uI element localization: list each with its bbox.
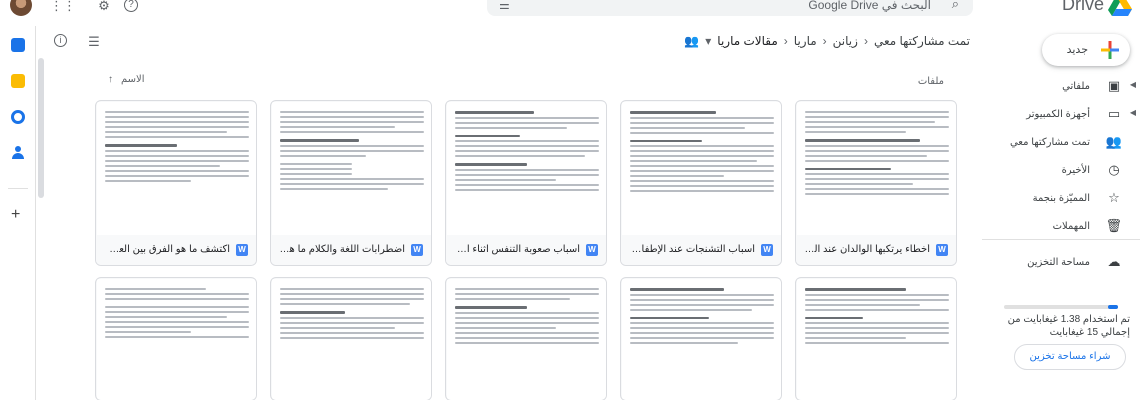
document-thumbnail [97, 102, 256, 236]
file-card[interactable]: W اضطرابات اللغة والكلام ما هو العلاج ال… [270, 100, 432, 266]
scrollbar[interactable] [38, 58, 44, 198]
sidebar-item-recent[interactable]: ◷ الأخيرة [982, 158, 1140, 184]
new-button-label: جديد [1066, 44, 1088, 56]
storage-usage-text: تم استخدام 1.38 غيغابايت من إجمالي 15 غي… [1007, 314, 1130, 338]
breadcrumb-item[interactable]: تمت مشاركتها معي [874, 34, 970, 48]
chevron-down-icon[interactable]: ▾ [705, 34, 711, 48]
tasks-icon[interactable] [11, 110, 25, 124]
keep-icon[interactable] [11, 74, 25, 88]
storage-progress-bar [1004, 305, 1118, 309]
google-docs-icon: W [236, 244, 248, 256]
storage-progress-fill [1107, 305, 1118, 309]
breadcrumb: تمت مشاركتها معي ‹ زيانن ‹ ماريا ‹ مقالا… [684, 34, 970, 48]
apps-rail: + [0, 26, 36, 400]
file-title: اضطرابات اللغة والكلام ما هو العلاج الأ.… [279, 244, 405, 255]
caret-icon[interactable]: ◀ [1130, 108, 1136, 117]
sidebar-item-computers[interactable]: ◀ ▭ أجهزة الكمبيوتر [982, 102, 1140, 128]
apps-icon[interactable]: ⋮⋮ [50, 0, 76, 14]
sidebar: جديد ◀ ▣ ملفاتي ◀ ▭ أجهزة الكمبيوتر 👥 تم… [982, 26, 1140, 400]
sidebar-item-label: الأخيرة [1061, 165, 1090, 176]
arrow-up-icon[interactable]: ↑ [108, 74, 113, 85]
file-card[interactable] [795, 277, 957, 400]
document-thumbnail [272, 279, 431, 400]
star-icon: ☆ [1108, 190, 1120, 205]
calendar-icon[interactable] [11, 38, 25, 52]
file-card[interactable]: W أخطاء يرتكبها الوالدان عند التعامل مع … [795, 100, 957, 266]
plus-icon [1101, 41, 1119, 59]
sidebar-item-my-drive[interactable]: ◀ ▣ ملفاتي [982, 74, 1140, 100]
file-card[interactable] [95, 277, 257, 400]
file-title: أسباب التشنجات عند الإطفال وتصائح مه... [629, 244, 755, 255]
app-title: Drive [1061, 0, 1104, 14]
sidebar-item-storage[interactable]: ☁ مساحة التخزين [982, 250, 1140, 276]
help-icon[interactable]: ? [124, 0, 138, 12]
sidebar-divider [982, 239, 1140, 240]
people-icon: 👥 [684, 34, 700, 48]
file-title: أخطاء يرتكبها الوالدان عند التعامل مع ال… [804, 244, 930, 255]
breadcrumb-item[interactable]: ماريا [794, 34, 817, 48]
breadcrumb-current[interactable]: مقالات ماريا [717, 34, 778, 48]
file-card[interactable] [445, 277, 607, 400]
document-thumbnail [797, 279, 956, 400]
sidebar-item-label: المهملات [1052, 221, 1090, 232]
top-bar: ⋮⋮ ⚙ ? ⚌ البحث في Google Drive ⌕ Drive [0, 0, 1140, 16]
google-docs-icon: W [411, 244, 423, 256]
file-card[interactable]: W أسباب صعوبة التنفس اثناء الرضاعة عند .… [445, 100, 607, 266]
chevron-left-icon: ‹ [822, 34, 827, 48]
file-card[interactable]: W أسباب التشنجات عند الإطفال وتصائح مه..… [620, 100, 782, 266]
list-view-icon[interactable]: ☰ [86, 34, 102, 50]
trash-icon: 🗑 [1105, 218, 1122, 233]
search-placeholder: البحث في Google Drive [808, 0, 931, 12]
document-thumbnail [447, 102, 606, 236]
document-thumbnail [797, 102, 956, 236]
chevron-left-icon: ‹ [863, 34, 868, 48]
google-docs-icon: W [761, 244, 773, 256]
sort-control[interactable]: ↑ الاسم [108, 74, 145, 85]
document-thumbnail [447, 279, 606, 400]
document-thumbnail [622, 102, 781, 236]
drive-logo-icon[interactable] [1108, 0, 1132, 16]
sidebar-item-trash[interactable]: 🗑 المهملات [982, 214, 1140, 240]
file-title: أسباب صعوبة التنفس اثناء الرضاعة عند ... [454, 244, 580, 255]
sort-label: الاسم [121, 74, 145, 85]
sidebar-item-shared[interactable]: 👥 تمت مشاركتها معي [982, 130, 1140, 156]
cloud-icon: ☁ [1107, 254, 1121, 269]
sidebar-item-label: ملفاتي [1062, 81, 1090, 92]
file-card[interactable] [620, 277, 782, 400]
buy-storage-button[interactable]: شراء مساحة تخزين [1014, 344, 1126, 370]
new-button[interactable]: جديد [1042, 34, 1130, 66]
sidebar-item-label: المميّزة بنجمة [1032, 193, 1090, 204]
rail-divider [8, 188, 28, 189]
contacts-icon[interactable] [11, 146, 25, 160]
google-docs-icon: W [936, 244, 948, 256]
my-drive-icon: ▣ [1107, 78, 1121, 93]
sidebar-item-label: تمت مشاركتها معي [1009, 137, 1090, 148]
file-card[interactable] [270, 277, 432, 400]
file-card[interactable]: W اكتشف ما هو الفرق بين العلاج الوظيفي .… [95, 100, 257, 266]
document-thumbnail [97, 279, 256, 400]
sidebar-item-label: أجهزة الكمبيوتر [1026, 109, 1090, 120]
clock-icon: ◷ [1108, 162, 1120, 177]
search-input[interactable]: ⚌ البحث في Google Drive ⌕ [487, 0, 973, 16]
caret-icon[interactable]: ◀ [1130, 80, 1136, 89]
sidebar-item-label: مساحة التخزين [1027, 257, 1090, 268]
document-thumbnail [622, 279, 781, 400]
sidebar-item-starred[interactable]: ☆ المميّزة بنجمة [982, 186, 1140, 212]
computers-icon: ▭ [1107, 106, 1121, 121]
search-icon[interactable]: ⌕ [952, 0, 959, 12]
add-addon-icon[interactable]: + [11, 206, 20, 224]
google-docs-icon: W [586, 244, 598, 256]
chevron-left-icon: ‹ [783, 34, 788, 48]
document-thumbnail [272, 102, 431, 236]
section-label: ملفات [917, 76, 944, 87]
tune-icon[interactable]: ⚌ [499, 0, 510, 12]
info-icon[interactable]: i [54, 34, 67, 47]
gear-icon[interactable]: ⚙ [96, 0, 112, 14]
breadcrumb-item[interactable]: زيانن [833, 34, 858, 48]
shared-icon: 👥 [1105, 134, 1122, 149]
file-title: اكتشف ما هو الفرق بين العلاج الوظيفي ... [104, 244, 230, 255]
avatar[interactable] [10, 0, 32, 16]
